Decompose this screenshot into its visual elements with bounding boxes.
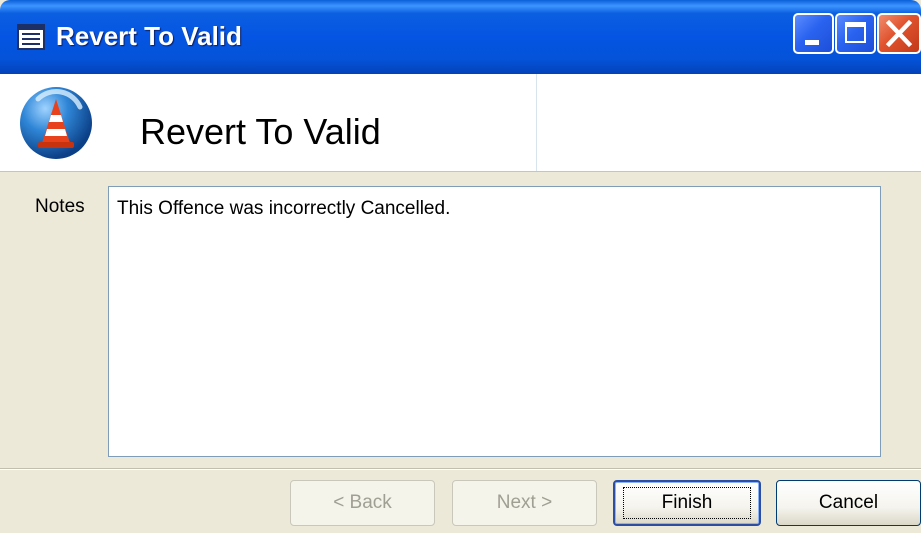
maximize-button[interactable]: [835, 13, 876, 54]
minimize-button[interactable]: [793, 13, 834, 54]
maximize-icon: [845, 22, 866, 43]
finish-button-label: Finish: [622, 487, 752, 519]
close-button[interactable]: [877, 13, 921, 54]
close-icon: [885, 19, 913, 48]
notes-label: Notes: [35, 196, 85, 217]
minimize-icon: [805, 40, 819, 45]
cancel-button-label: Cancel: [818, 492, 879, 513]
header-divider: [536, 74, 537, 171]
back-button-label: < Back: [333, 492, 392, 513]
dialog-window: Revert To Valid Revert To Valid Notes Th…: [0, 0, 921, 533]
wizard-header: Revert To Valid: [0, 74, 921, 172]
traffic-cone-logo-icon: [20, 87, 92, 159]
footer-separator-highlight: [0, 469, 921, 470]
document-list-icon: [17, 24, 45, 50]
cancel-button[interactable]: Cancel: [776, 480, 921, 526]
title-bar[interactable]: Revert To Valid: [0, 0, 921, 74]
back-button[interactable]: < Back: [290, 480, 435, 526]
finish-button[interactable]: Finish: [613, 480, 761, 526]
page-title: Revert To Valid: [140, 111, 381, 152]
window-title: Revert To Valid: [56, 21, 242, 51]
notes-textarea[interactable]: This Offence was incorrectly Cancelled.: [108, 186, 881, 457]
next-button[interactable]: Next >: [452, 480, 597, 526]
next-button-label: Next >: [496, 492, 553, 513]
